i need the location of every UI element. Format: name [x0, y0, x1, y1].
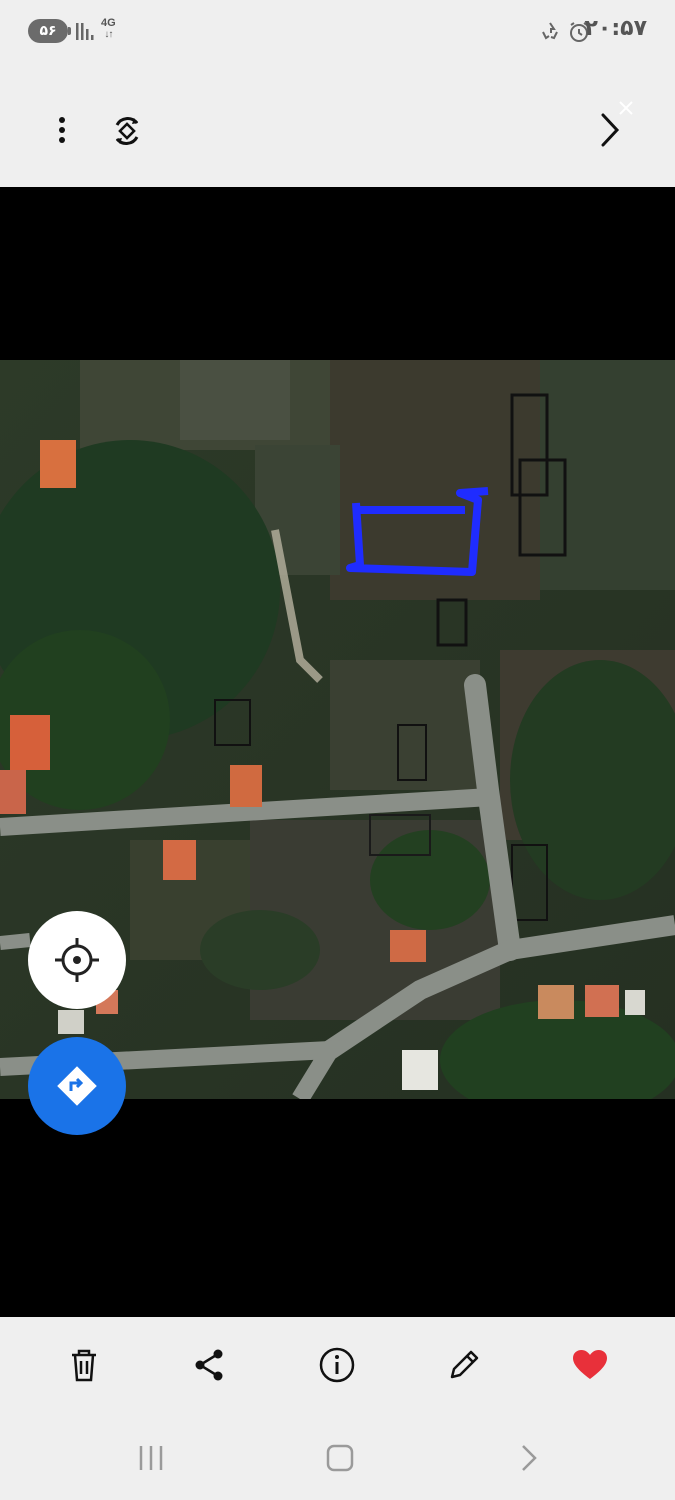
status-time: ۲۰:۵۷ — [584, 16, 647, 41]
delete-icon[interactable] — [64, 1345, 104, 1385]
network-type-label: 4G — [101, 17, 116, 29]
directions-icon — [57, 1066, 97, 1106]
recycle-icon — [542, 22, 558, 40]
bottom-toolbar — [0, 1317, 675, 1415]
image-viewer — [0, 187, 675, 1317]
rotate-icon[interactable] — [108, 112, 146, 150]
share-icon[interactable] — [190, 1345, 230, 1385]
network-activity-arrows: ↓↑ — [104, 29, 113, 40]
top-toolbar — [0, 62, 675, 187]
favorite-heart-icon[interactable] — [570, 1345, 610, 1385]
signal-icon — [76, 23, 94, 40]
status-bar: ۵۶ 4G ↓↑ ۲۰:۵۷ — [0, 0, 675, 62]
network-type: 4G ↓↑ — [101, 17, 116, 41]
navigation-bar — [0, 1415, 675, 1500]
recent-apps-icon[interactable] — [134, 1441, 168, 1475]
my-location-icon — [55, 938, 99, 982]
info-icon[interactable] — [317, 1345, 357, 1385]
close-icon[interactable] — [616, 98, 636, 118]
back-icon[interactable] — [512, 1441, 546, 1475]
home-icon[interactable] — [323, 1441, 357, 1475]
directions-button[interactable] — [28, 1037, 126, 1135]
battery-indicator: ۵۶ — [28, 19, 71, 43]
edit-icon[interactable] — [444, 1345, 484, 1385]
my-location-button[interactable] — [28, 911, 126, 1009]
more-vertical-icon[interactable] — [44, 112, 80, 148]
